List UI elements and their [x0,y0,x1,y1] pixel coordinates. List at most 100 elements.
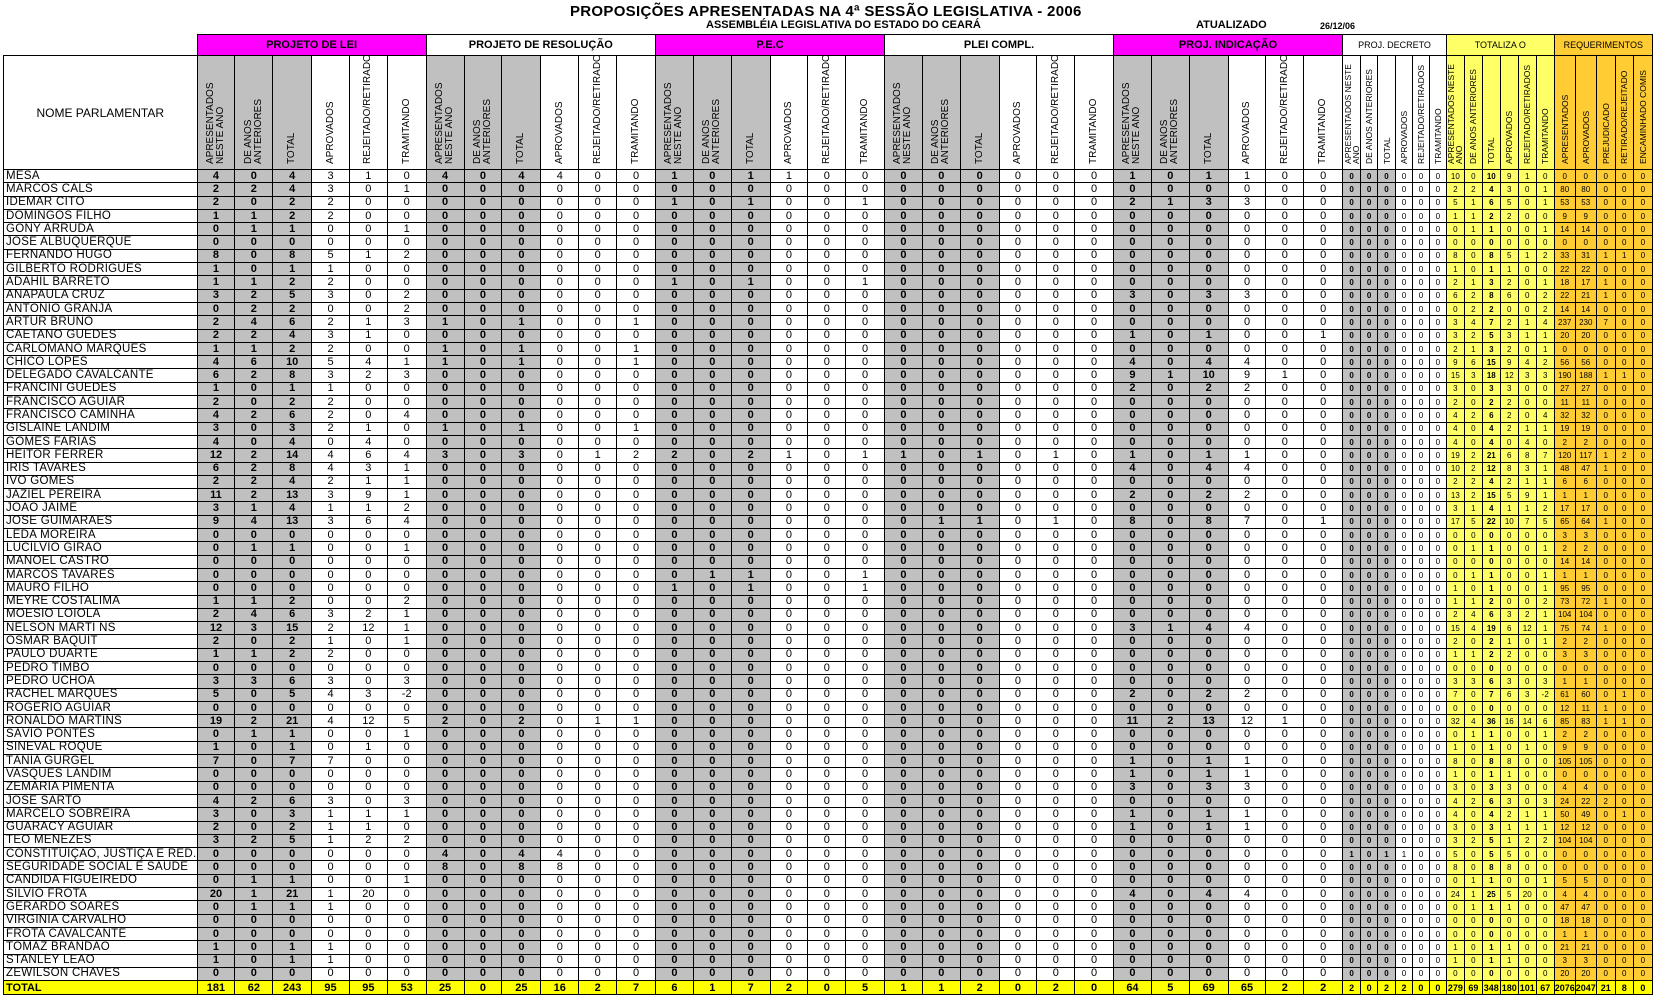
cell-value: 0 [501,182,542,197]
cell-value: 0 [1303,488,1344,503]
cell-value: 0 [1036,607,1076,623]
cell-value: 1 [1499,820,1519,835]
cell-value: 0 [1303,222,1344,237]
cell-value: 0 [884,408,923,423]
cell-value: 0 [1074,900,1114,915]
cell-value: 0 [1614,195,1634,210]
cell-value: 0 [1360,940,1379,955]
cell-value: 0 [1632,222,1653,237]
cell-value: 0 [884,434,923,450]
cell-value: 0 [959,926,1000,942]
cell-value: 0 [1411,395,1430,410]
cell-value: 0 [921,288,961,303]
cell-value: 0 [845,554,885,569]
cell-value: 2 [1463,301,1483,317]
cell-value: -2 [1535,687,1555,702]
cell-value: 0 [692,966,732,982]
cell-value: 0 [1227,328,1267,343]
cell-value: 0 [1265,208,1305,224]
cell-value: 1 [1481,541,1501,556]
cell-value: 0 [730,621,771,636]
cell-value: 1 [386,607,427,623]
cell-value: 1 [1265,714,1305,729]
member-name: IDEMAR CITÓ [3,195,198,210]
cell-value: 0 [1342,301,1362,317]
cell-value: 2 [1553,434,1576,450]
cell-value: 0 [1113,674,1152,689]
cell-value: 0 [807,581,847,596]
table-row: ANTÔNIO GRANJA 0 2 2 0 0 2 0 0 0 0 0 0 0 0 0 0 0 0 0 0 0 0 0 0 0 0… [3,301,1653,317]
cell-value: 0 [578,488,618,503]
cell-value: 1 [1227,767,1267,782]
cell-value: 0 [1428,607,1447,623]
cell-value: 0 [730,514,771,530]
cell-value: 1 [272,873,313,889]
cell-value: 0 [463,833,503,849]
cell-value: 0 [1481,528,1501,543]
cell-value: 0 [769,700,809,716]
cell-value: 0 [386,660,427,676]
cell-value: 0 [1632,727,1653,742]
table-row: DOMINGOS FILHO 1 1 2 2 0 0 0 0 0 0 0 0 0 0 0 0 0 0 0 0 0 0 0 0 0 0… [3,208,1653,224]
cell-value: 5 [1150,980,1190,995]
cell-value: 0 [1074,514,1114,530]
cell-value: 0 [1188,501,1229,516]
cell-value: 0 [1377,940,1396,955]
cell-value: 0 [425,607,465,623]
cell-value: 0 [1150,461,1190,476]
cell-value: 0 [1411,328,1430,343]
cell-value: 0 [425,873,465,889]
cell-value: 0 [1342,501,1362,516]
cell-value: 0 [425,953,465,968]
member-name: GUARACY AGUIAR [3,820,198,835]
cell-value: 2 [1535,301,1555,317]
cell-value: 1 [311,887,350,902]
cell-value: 0 [959,395,1000,410]
cell-value: 0 [921,820,961,835]
cell-value: 0 [1265,222,1305,237]
cell-value: 4 [1481,807,1501,822]
cell-value: 0 [884,514,923,530]
sheet-header: PROPOSIÇÕES APRESENTADAS NA 4ª SESSÃO LE… [0,0,1653,34]
cell-value: 0 [998,926,1038,942]
cell-value: 0 [1595,607,1616,623]
cell-value: 0 [1395,341,1413,357]
cell-value: 0 [1535,554,1555,569]
cell-value: 0 [1113,727,1152,742]
cell-value: 0 [845,887,885,902]
cell-value: 0 [730,594,771,609]
cell-value: 0 [463,341,503,357]
cell-value: 0 [425,887,465,902]
cell-value: 0 [1595,940,1616,955]
cell-value: 0 [578,368,618,383]
cell-value: 0 [1150,208,1190,224]
cell-value: 0 [1303,647,1344,662]
cell-value: 0 [730,248,771,264]
cell-value: 0 [998,381,1038,397]
cell-value: 4 [1535,315,1555,330]
cell-value: 0 [1150,926,1190,942]
cell-value: 0 [616,793,656,809]
cell-value: 0 [692,195,732,210]
cell-value: 0 [730,953,771,968]
cell-value: 0 [1188,833,1229,849]
cell-value: 0 [1150,913,1190,928]
cell-value: 0 [540,833,580,849]
cell-value: 0 [1113,528,1152,543]
cell-value: 0 [1411,528,1430,543]
cell-value: 0 [1395,634,1413,649]
cell-value: 0 [1303,474,1344,490]
cell-value: 0 [998,301,1038,317]
cell-value: 0 [884,594,923,609]
cell-value: 0 [959,754,1000,769]
cell-value: 0 [1428,208,1447,224]
cell-value: 80 [1574,182,1597,197]
cell-value: 2 [311,195,350,210]
cell-value: 2 [234,833,274,849]
cell-value: 4 [501,168,542,184]
cell-value: 0 [730,793,771,809]
cell-value: 0 [1227,727,1267,742]
cell-value: 0 [1517,275,1537,290]
cell-value: 1 [311,807,350,822]
cell-value: 1 [1463,727,1483,742]
